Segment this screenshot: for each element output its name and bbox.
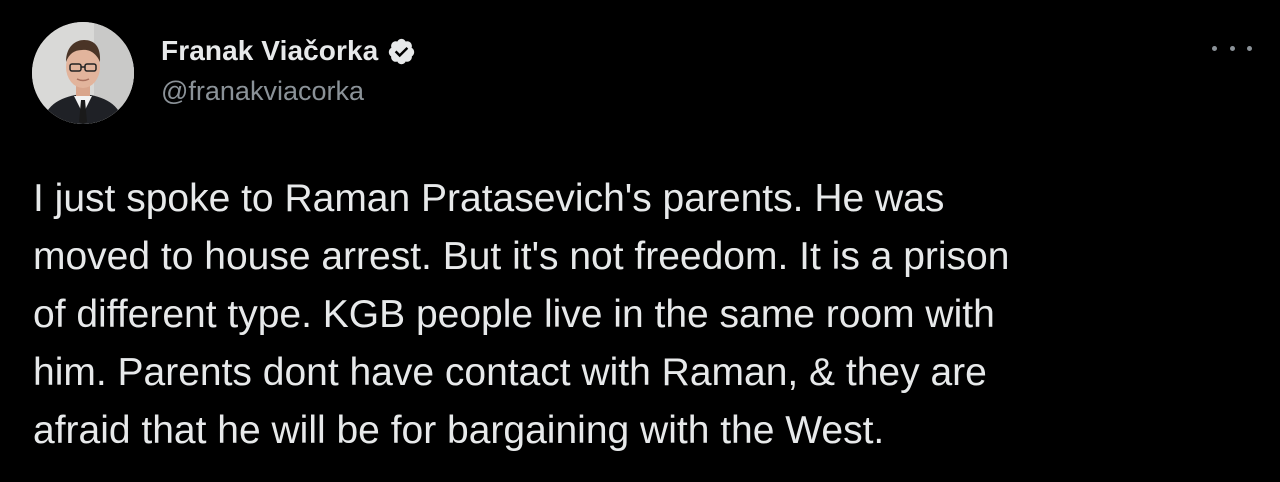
author-display-name[interactable]: Franak Viačorka — [161, 35, 378, 67]
tweet-text-line: afraid that he will be for bargaining wi… — [33, 409, 885, 452]
more-options-icon — [1212, 45, 1217, 51]
tweet-text: I just spoke to Raman Pratasevich's pare… — [33, 170, 1253, 460]
verified-badge-icon — [387, 37, 416, 66]
more-options-button[interactable] — [1212, 36, 1252, 60]
tweet-text-line: moved to house arrest. But it's not free… — [33, 235, 1010, 278]
more-options-icon-dot — [1229, 45, 1235, 51]
more-options-icon-dot — [1247, 45, 1252, 51]
tweet-text-line: him. Parents dont have contact with Rama… — [33, 351, 987, 394]
tweet-text-line: of different type. KGB people live in th… — [33, 293, 995, 336]
tweet-text-line: I just spoke to Raman Pratasevich's pare… — [33, 177, 945, 220]
author-name-row: Franak Viačorka — [161, 32, 416, 70]
author-handle[interactable]: @franakviacorka — [161, 76, 416, 107]
tweet-card: Franak Viačorka @franakviacorka I just s… — [0, 0, 1280, 482]
author-avatar[interactable] — [32, 22, 134, 124]
author-info: Franak Viačorka @franakviacorka — [161, 32, 416, 107]
profile-photo-icon — [32, 22, 134, 124]
